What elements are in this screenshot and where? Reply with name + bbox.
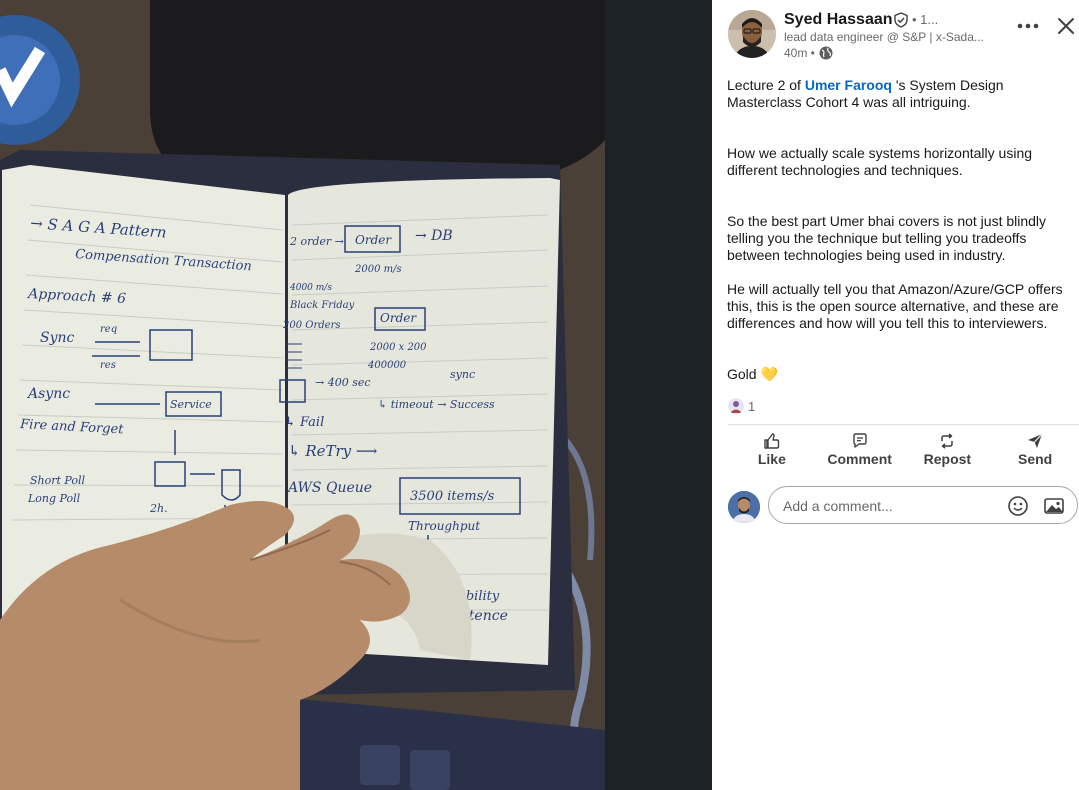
notebook-left-text: Async: [26, 386, 70, 402]
author-avatar[interactable]: [728, 10, 776, 58]
like-icon: [764, 433, 780, 449]
notebook-right-text: ↳ timeout → Success: [378, 398, 495, 411]
viewer-avatar-image: [728, 491, 760, 523]
post-text-lead: Lecture 2 of: [727, 77, 805, 93]
viewer-avatar[interactable]: [728, 491, 760, 523]
post-actions-bar: Like Comment Repost Send: [728, 428, 1079, 474]
media-viewer: → S A G A Pattern Compensation Transacti…: [0, 0, 712, 790]
notebook-left-text: req: [100, 324, 117, 335]
author-avatar-image: [728, 10, 776, 58]
like-button[interactable]: Like: [728, 428, 816, 474]
notebook-left-text: res: [100, 360, 116, 371]
notebook-left-text: Long Poll: [27, 492, 81, 505]
close-button[interactable]: [1052, 12, 1079, 40]
image-icon[interactable]: [1043, 495, 1065, 517]
post-time-row: 40m •: [784, 46, 833, 60]
send-label: Send: [1018, 451, 1053, 467]
author-name[interactable]: Syed Hassaan: [784, 11, 893, 29]
divider: [728, 424, 1079, 425]
notebook-right-text: Throughput: [408, 519, 480, 533]
post-paragraph-1: Lecture 2 of Umer Farooq 's System Desig…: [727, 77, 1077, 111]
notebook-right-text: 200 Orders: [282, 320, 340, 331]
notebook-right-text: ↳ ReTry ⟶: [288, 442, 377, 460]
post-detail-pane: Syed Hassaan • 1... lead data engineer @…: [712, 0, 1079, 790]
notebook-left-text: Service: [170, 398, 212, 411]
notebook-right-text: 2000 m/s: [354, 264, 402, 275]
repost-label: Repost: [923, 451, 972, 467]
notebook-right-text: sync: [450, 368, 475, 381]
like-label: Like: [757, 451, 786, 467]
notebook-right-text: 4000 m/s: [289, 283, 332, 293]
reactions-summary[interactable]: 1: [728, 398, 755, 414]
globe-icon: [819, 46, 833, 60]
emoji-icon[interactable]: [1007, 495, 1029, 517]
notebook-right-text: AWS Queue: [286, 480, 372, 496]
notebook-right-text: → DB: [415, 228, 453, 244]
repost-button[interactable]: Repost: [904, 428, 992, 474]
notebook-left-text: 2h.: [149, 502, 168, 515]
notebook-right-text: → 400 sec: [315, 376, 371, 389]
notebook-right-text: 400000: [367, 360, 407, 371]
notebook-right-text: Order: [355, 233, 392, 247]
notebook-right-text: Black Friday: [289, 300, 355, 311]
notebook-right-text: ↳ Fail: [285, 415, 324, 430]
notebook-photo-illustration: → S A G A Pattern Compensation Transacti…: [0, 0, 605, 790]
notebook-right-text: 2000 x 200: [369, 342, 427, 353]
more-horizontal-icon: [1017, 23, 1039, 29]
post-paragraph-5: Gold 💛: [727, 366, 778, 382]
post-paragraph-2: How we actually scale systems horizontal…: [727, 145, 1033, 178]
more-options-button[interactable]: [1012, 14, 1044, 38]
mention-link[interactable]: Umer Farooq: [805, 77, 892, 93]
close-icon: [1058, 18, 1074, 34]
post-paragraph-3: So the best part Umer bhai covers is not…: [727, 213, 1047, 263]
comment-icon: [852, 433, 867, 448]
verified-shield-icon: [894, 12, 908, 28]
repost-icon: [941, 433, 954, 449]
connection-degree: • 1...: [912, 12, 939, 27]
author-headline: lead data engineer @ S&P | x-Sada...: [784, 30, 984, 44]
post-photo: → S A G A Pattern Compensation Transacti…: [0, 0, 605, 790]
send-button[interactable]: Send: [991, 428, 1079, 474]
notebook-right-text: 2 order →: [289, 235, 344, 248]
post-timestamp: 40m •: [784, 46, 815, 60]
notebook-right-text: 3500 items/s: [410, 489, 495, 504]
comment-button[interactable]: Comment: [816, 428, 904, 474]
comment-label: Comment: [827, 451, 892, 467]
reactor-avatar-icon: [728, 398, 744, 414]
post-text: Lecture 2 of Umer Farooq 's System Desig…: [727, 77, 1077, 383]
comment-box: [768, 486, 1078, 525]
reactions-count: 1: [748, 398, 756, 414]
notebook-right-text: Order: [380, 311, 417, 325]
post-paragraph-4: He will actually tell you that Amazon/Az…: [727, 281, 1063, 331]
notebook-left-text: Short Poll: [30, 474, 86, 487]
notebook-left-text: Sync: [40, 330, 75, 346]
comment-input[interactable]: [781, 487, 1005, 525]
send-icon: [1028, 433, 1043, 448]
